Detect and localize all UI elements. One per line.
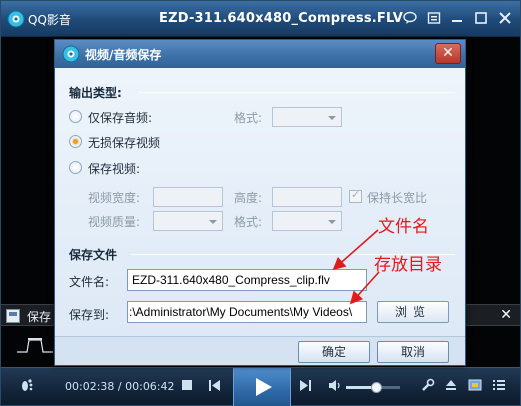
playlist-icon[interactable] [492, 378, 506, 396]
waveform-marker [17, 338, 53, 353]
footprint-icon[interactable] [19, 377, 35, 399]
qq-player-logo-icon [7, 10, 25, 28]
filename-annotation: 文件名 [378, 217, 429, 237]
video-width-label: 视频宽度: [88, 191, 141, 205]
current-time: 00:02:38 [65, 380, 115, 393]
time-display: 00:02:38 / 00:06:42 [65, 380, 175, 393]
radio-audio-only-circle[interactable] [69, 110, 82, 123]
radio-video[interactable]: 保存视频: [69, 159, 209, 177]
keep-ratio-checkbox[interactable] [349, 188, 362, 203]
dialog-titlebar[interactable]: 视频/音频保存 ✕ [55, 40, 465, 68]
maximize-icon[interactable] [473, 11, 489, 27]
ok-button[interactable]: 确定 [298, 341, 370, 363]
folder-annotation: 存放目录 [374, 255, 442, 275]
video-width-input[interactable] [153, 187, 223, 207]
screenshot-icon[interactable] [468, 378, 482, 396]
radio-video-circle[interactable] [69, 161, 82, 174]
radio-video-label: 保存视频: [88, 162, 141, 176]
filename-label: 文件名: [69, 275, 110, 289]
format-label-audio: 格式: [234, 111, 263, 125]
section-divider [139, 92, 455, 93]
height-label: 高度: [234, 191, 263, 205]
chat-icon[interactable] [402, 11, 418, 27]
output-type-heading: 输出类型: [69, 86, 122, 100]
time-separator: / [114, 380, 126, 393]
video-quality-select[interactable] [153, 211, 223, 231]
file-title: EZD-311.640x480_Compress.FLV [159, 11, 403, 26]
video-quality-label: 视频质量: [88, 215, 141, 229]
app-name: QQ影音 [28, 13, 71, 27]
cancel-button[interactable]: 取消 [377, 341, 449, 363]
dialog-footer: 确定 取消 [55, 336, 465, 365]
strip-close-icon[interactable]: ✕ [500, 307, 512, 323]
minimize-icon[interactable] [449, 11, 465, 27]
dialog-body: 输出类型: 仅保存音频: 格式: 无损保存视频 保存视频: 视频宽度: 高度: … [55, 68, 465, 336]
format-label-video: 格式: [234, 215, 263, 229]
total-time: 00:06:42 [125, 380, 175, 393]
player-titlebar[interactable]: QQ影音 EZD-311.640x480_Compress.FLV [1, 1, 520, 37]
save-dialog: 视频/音频保存 ✕ 输出类型: 仅保存音频: 格式: 无损保存视频 保存视频: … [54, 39, 466, 366]
tools-icon[interactable] [420, 378, 435, 397]
volume-knob[interactable] [370, 382, 382, 393]
play-button[interactable] [233, 368, 291, 406]
stop-icon[interactable] [181, 379, 193, 395]
save-file-heading: 保存文件 [69, 248, 118, 262]
next-icon[interactable] [299, 379, 312, 396]
close-x-icon: ✕ [442, 45, 454, 61]
floppy-save-icon[interactable] [6, 309, 20, 323]
radio-lossless-circle[interactable] [69, 135, 82, 148]
eject-icon[interactable] [444, 378, 458, 396]
radio-audio-only-label: 仅保存音频: [88, 111, 153, 125]
dialog-close-button[interactable]: ✕ [435, 43, 461, 64]
video-height-input[interactable] [272, 187, 342, 207]
radio-audio-only[interactable]: 仅保存音频: [69, 108, 209, 126]
volume-slider[interactable] [346, 382, 400, 393]
saveto-label: 保存到: [69, 308, 110, 322]
previous-icon[interactable] [208, 379, 221, 396]
radio-lossless-label: 无损保存视频 [88, 136, 161, 150]
audio-format-select[interactable] [272, 107, 342, 127]
browse-button[interactable]: 浏览 [377, 301, 449, 323]
control-bar: 00:02:38 / 00:06:42 [1, 367, 520, 406]
skin-icon[interactable] [426, 11, 442, 27]
dialog-logo-icon [62, 45, 80, 63]
volume-icon[interactable] [328, 379, 342, 396]
saveto-input[interactable]: :\Administrator\My Documents\My Videos\ [127, 301, 367, 323]
close-icon[interactable] [497, 11, 513, 27]
radio-lossless[interactable]: 无损保存视频 [69, 133, 209, 151]
video-format-select[interactable] [272, 211, 342, 231]
save-strip-label: 保存 [27, 310, 52, 324]
filename-input[interactable]: EZD-311.640x480_Compress_clip.flv [127, 269, 367, 291]
keep-ratio-label: 保持长宽比 [367, 191, 428, 205]
dialog-title: 视频/音频保存 [85, 48, 162, 62]
